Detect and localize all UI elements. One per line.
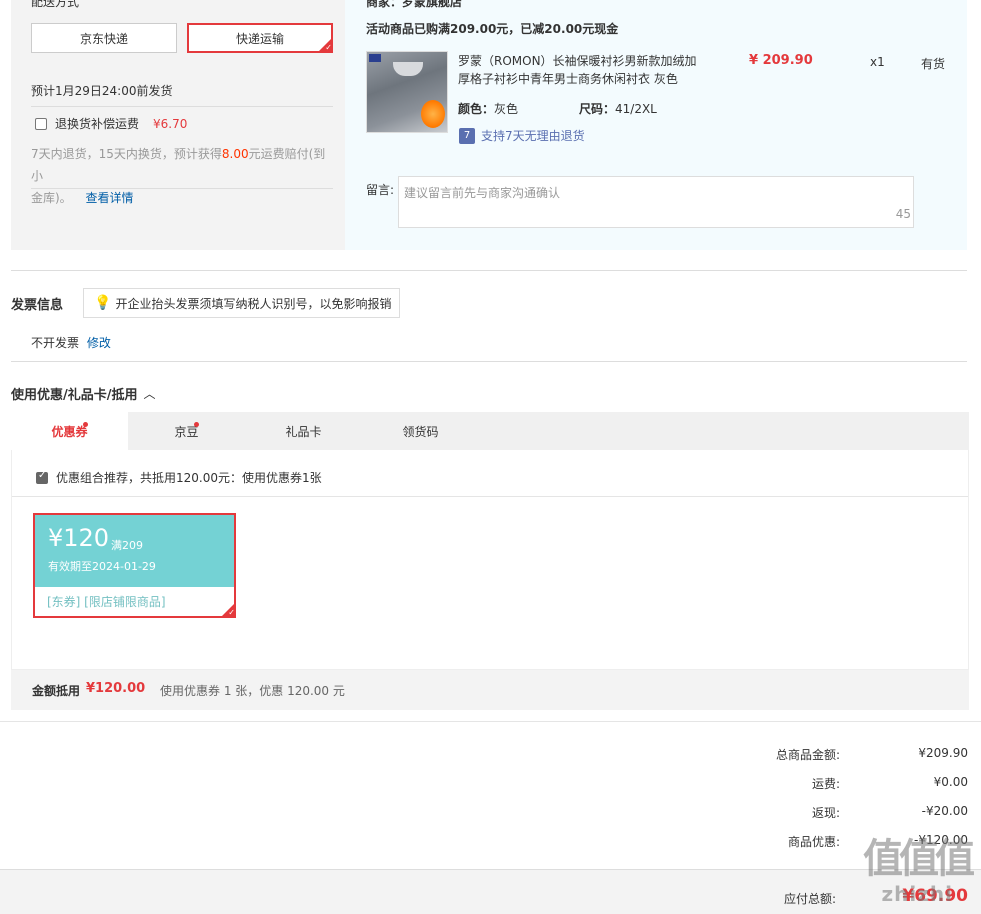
color-label: 颜色： xyxy=(458,102,495,116)
total-row: 运费: ¥0.00 xyxy=(700,775,968,795)
total-label: 运费: xyxy=(811,777,840,791)
size-label: 尺码： xyxy=(579,102,616,116)
divider xyxy=(0,721,981,722)
shipping-option-label: 京东快递 xyxy=(79,31,128,46)
discount-title: 使用优惠/礼品卡/抵用 xyxy=(11,388,138,403)
invoice-title: 发票信息 xyxy=(11,298,64,313)
tab-label: 领货码 xyxy=(402,424,439,439)
divider xyxy=(11,270,967,271)
product-title[interactable]: 罗蒙（ROMON）长袖保暖衬衫男新款加绒加 厚格子衬衫中青年男士商务休闲衬衣 灰… xyxy=(458,52,708,88)
product-price: ¥ 209.90 xyxy=(749,53,813,68)
tab-coupons[interactable]: 优惠券 xyxy=(11,412,128,450)
total-label: 商品优惠: xyxy=(787,835,840,849)
invoice-status-text: 不开发票 xyxy=(31,336,80,350)
insurance-price: ¥6.70 xyxy=(153,116,188,131)
total-label: 返现: xyxy=(811,806,840,820)
shipping-option-courier[interactable]: 快递运输 xyxy=(187,23,333,53)
total-value: ¥0.00 xyxy=(933,775,968,789)
shipping-panel: 配送方式 京东快递 快递运输 预计1月29日24:00前发货 退换货补偿运费 ¥… xyxy=(11,0,345,250)
coupon-header: ¥120 满209 有效期至2024-01-29 xyxy=(35,515,234,587)
coupon-amount: ¥120 xyxy=(48,524,110,552)
note-placeholder: 建议留言前先与商家沟通确认 xyxy=(404,186,561,200)
product-quantity: x1 xyxy=(870,55,885,69)
selected-check-icon xyxy=(221,603,235,618)
promo-line: 活动商品已购满209.00元，已减20.00元现金 xyxy=(366,22,619,36)
invoice-tip: 💡 开企业抬头发票须填写纳税人识别号，以免影响报销 xyxy=(83,288,400,318)
tab-jingdou[interactable]: 京豆 xyxy=(128,412,245,450)
discount-summary: 金额抵用 ¥120.00 使用优惠券 1 张，优惠 120.00 元 xyxy=(11,670,969,710)
product-title-line-1: 罗蒙（ROMON）长袖保暖衬衫男新款加绒加 xyxy=(458,54,697,68)
insurance-label: 退换货补偿运费 xyxy=(55,117,140,131)
coupon-tags: [东券] [限店铺限商品] xyxy=(47,595,166,609)
delivery-note: 预计1月29日24:00前发货 xyxy=(31,84,173,98)
coupon-card[interactable]: ¥120 满209 有效期至2024-01-29 [东券] [限店铺限商品] xyxy=(33,513,236,618)
total-value: -¥20.00 xyxy=(921,804,968,818)
discount-tabs: 优惠券 京豆 礼品卡 领货码 xyxy=(11,412,969,450)
insurance-description: 7天内退货，15天内换货，预计获得8.00元运费赔付(到小 金库)。 查看详情 xyxy=(31,143,337,209)
promo-badge-icon xyxy=(421,100,445,128)
coupon-validity: 有效期至2024-01-29 xyxy=(48,560,156,573)
invoice-status: 不开发票 修改 xyxy=(31,334,111,351)
invoice-edit-link[interactable]: 修改 xyxy=(87,336,111,350)
tab-label: 礼品卡 xyxy=(285,424,322,439)
size-value: 41/2XL xyxy=(615,102,657,116)
total-row: 总商品金额: ¥209.90 xyxy=(700,746,968,766)
product-title-line-2: 厚格子衬衫中青年男士商务休闲衬衣 灰色 xyxy=(458,72,678,86)
chevron-up-icon: ︿ xyxy=(143,387,156,401)
details-link[interactable]: 查看详情 xyxy=(86,191,134,205)
return-policy-icon: 7 xyxy=(459,127,475,144)
shipping-section-label: 配送方式 xyxy=(31,0,80,9)
return-policy-text: 支持7天无理由退货 xyxy=(481,129,585,143)
divider xyxy=(11,361,967,362)
brand-tag xyxy=(369,54,381,62)
payable-bar: 应付总额: ¥69.90 xyxy=(0,869,981,914)
color-value: 灰色 xyxy=(494,102,519,116)
combo-text: 优惠组合推荐，共抵用120.00元：使用优惠券1张 xyxy=(56,471,322,485)
tab-redeem-code[interactable]: 领货码 xyxy=(362,412,479,450)
tab-indicator-dot xyxy=(194,422,199,427)
tab-indicator-dot xyxy=(83,422,88,427)
insurance-row: 退换货补偿运费 ¥6.70 xyxy=(35,115,187,132)
note-counter: 45 xyxy=(895,207,911,221)
insurance-amount: 8.00 xyxy=(221,147,249,161)
shirt-collar xyxy=(393,62,423,76)
shipping-option-label: 快递运输 xyxy=(235,31,284,46)
store-panel: 商家：罗蒙旗舰店 活动商品已购满209.00元，已减20.00元现金 罗蒙（RO… xyxy=(345,0,967,250)
lightbulb-icon: 💡 xyxy=(94,295,112,311)
combo-checkbox[interactable] xyxy=(36,470,48,484)
combo-recommend: 优惠组合推荐，共抵用120.00元：使用优惠券1张 xyxy=(36,469,322,486)
tab-gift-card[interactable]: 礼品卡 xyxy=(245,412,362,450)
product-size: 尺码：41/2XL xyxy=(579,100,657,117)
coupon-condition: 满209 xyxy=(111,539,143,552)
return-policy[interactable]: 7 支持7天无理由退货 xyxy=(459,127,585,144)
note-input[interactable]: 建议留言前先与商家沟通确认 45 xyxy=(398,176,914,228)
insurance-desc-1: 7天内退货，15天内换货，预计获得 xyxy=(31,147,222,161)
insurance-desc-3: 金库)。 xyxy=(31,191,72,205)
shipping-option-jd-express[interactable]: 京东快递 xyxy=(31,23,177,53)
summary-label: 金额抵用 xyxy=(32,684,81,698)
product-color: 颜色：灰色 xyxy=(458,100,518,117)
product-stock: 有货 xyxy=(921,57,946,71)
product-image[interactable] xyxy=(366,51,448,133)
summary-amount: ¥120.00 xyxy=(86,681,146,696)
invoice-tip-text: 开企业抬头发票须填写纳税人识别号，以免影响报销 xyxy=(115,296,392,311)
total-row: 返现: -¥20.00 xyxy=(700,804,968,824)
summary-desc: 使用优惠券 1 张，优惠 120.00 元 xyxy=(160,684,345,698)
selected-check-icon xyxy=(318,38,332,53)
insurance-checkbox[interactable] xyxy=(35,117,47,130)
divider xyxy=(31,106,333,107)
total-value: ¥209.90 xyxy=(918,746,968,760)
discount-section-header[interactable]: 使用优惠/礼品卡/抵用 ︿ xyxy=(11,384,156,403)
watermark-logo: 值值值 xyxy=(863,836,975,882)
divider xyxy=(31,188,333,189)
note-label: 留言: xyxy=(366,183,395,197)
divider xyxy=(12,496,968,497)
watermark-site: zhizhi xyxy=(881,882,953,906)
total-label: 总商品金额: xyxy=(775,748,840,762)
seller-line: 商家：罗蒙旗舰店 xyxy=(366,0,463,9)
payable-label: 应付总额: xyxy=(784,892,837,906)
